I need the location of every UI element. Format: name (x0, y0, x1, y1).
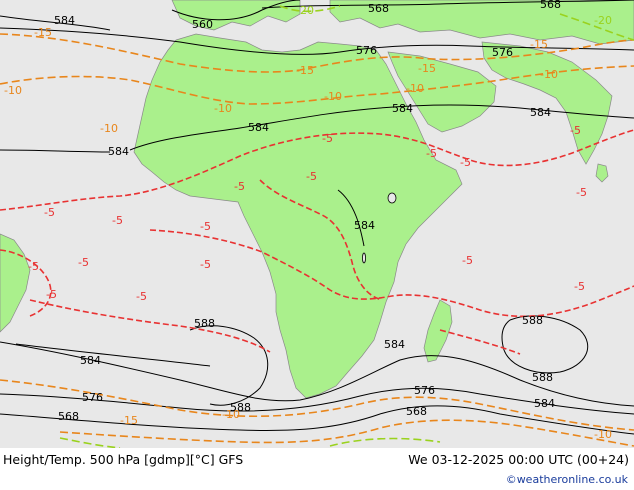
temp-label: -15 (296, 64, 314, 77)
height-label: 584 (248, 121, 269, 134)
height-label: 576 (414, 384, 435, 397)
height-label: 576 (356, 44, 377, 57)
height-label: 584 (530, 106, 551, 119)
temp-label: -15 (530, 38, 548, 51)
temp-label: -5 (462, 254, 473, 267)
temp-label: -10 (594, 428, 612, 441)
temp-label: -5 (78, 256, 89, 269)
height-label: 584 (392, 102, 413, 115)
temp-label: -5 (570, 124, 581, 137)
height-label: 568 (58, 410, 79, 423)
temp-label: -5 (426, 147, 437, 160)
valid-time: We 03-12-2025 00:00 UTC (00+24) (408, 452, 629, 467)
temp-label: -10 (540, 68, 558, 81)
temp-label: -10 (406, 82, 424, 95)
height-label: 584 (384, 338, 405, 351)
temp-label: -5 (322, 132, 333, 145)
temp-label: -5 (136, 290, 147, 303)
lake-victoria (387, 192, 397, 204)
map-footer: Height/Temp. 500 hPa [gdmp][°C] GFS We 0… (0, 448, 634, 490)
temp-label: -5 (112, 214, 123, 227)
temp-label: -10 (4, 84, 22, 97)
height-label: 584 (108, 145, 129, 158)
map-title: Height/Temp. 500 hPa [gdmp][°C] GFS (3, 452, 244, 467)
temp-label: -5 (234, 180, 245, 193)
temp-label: -5 (44, 206, 55, 219)
temp-label: -5 (306, 170, 317, 183)
temp-label: -10 (100, 122, 118, 135)
height-label: 568 (540, 0, 561, 11)
temp-label: -10 (222, 408, 240, 421)
temp-label: -10 (214, 102, 232, 115)
temp-label: -5 (460, 156, 471, 169)
temp-label: -10 (324, 90, 342, 103)
height-label: 584 (54, 14, 75, 27)
credit-link[interactable]: ©weatheronline.co.uk (506, 473, 628, 486)
temp-label: -15 (418, 62, 436, 75)
temp-label: -5 (28, 260, 39, 273)
temp-label: -5 (574, 280, 585, 293)
temp-label: -15 (120, 414, 138, 427)
height-label: 560 (192, 18, 213, 31)
lake-malawi (362, 252, 366, 264)
height-label: 568 (406, 405, 427, 418)
height-label: 584 (534, 397, 555, 410)
temp-label: -5 (46, 288, 57, 301)
temp-label: -5 (200, 220, 211, 233)
height-label: 588 (522, 314, 543, 327)
temp-label: -20 (296, 4, 314, 17)
map-canvas: 584 560 568 568 576 576 584 584 584 584 … (0, 0, 634, 448)
height-label: 588 (532, 371, 553, 384)
temp-label: -5 (200, 258, 211, 271)
height-label: 584 (354, 219, 375, 232)
height-label: 576 (492, 46, 513, 59)
height-label: 588 (194, 317, 215, 330)
temp-label: -5 (576, 186, 587, 199)
weather-map: 584 560 568 568 576 576 584 584 584 584 … (0, 0, 634, 448)
temp-label: -20 (594, 14, 612, 27)
height-label: 568 (368, 2, 389, 15)
height-label: 576 (82, 391, 103, 404)
temp-label: -15 (34, 26, 52, 39)
height-label: 584 (80, 354, 101, 367)
